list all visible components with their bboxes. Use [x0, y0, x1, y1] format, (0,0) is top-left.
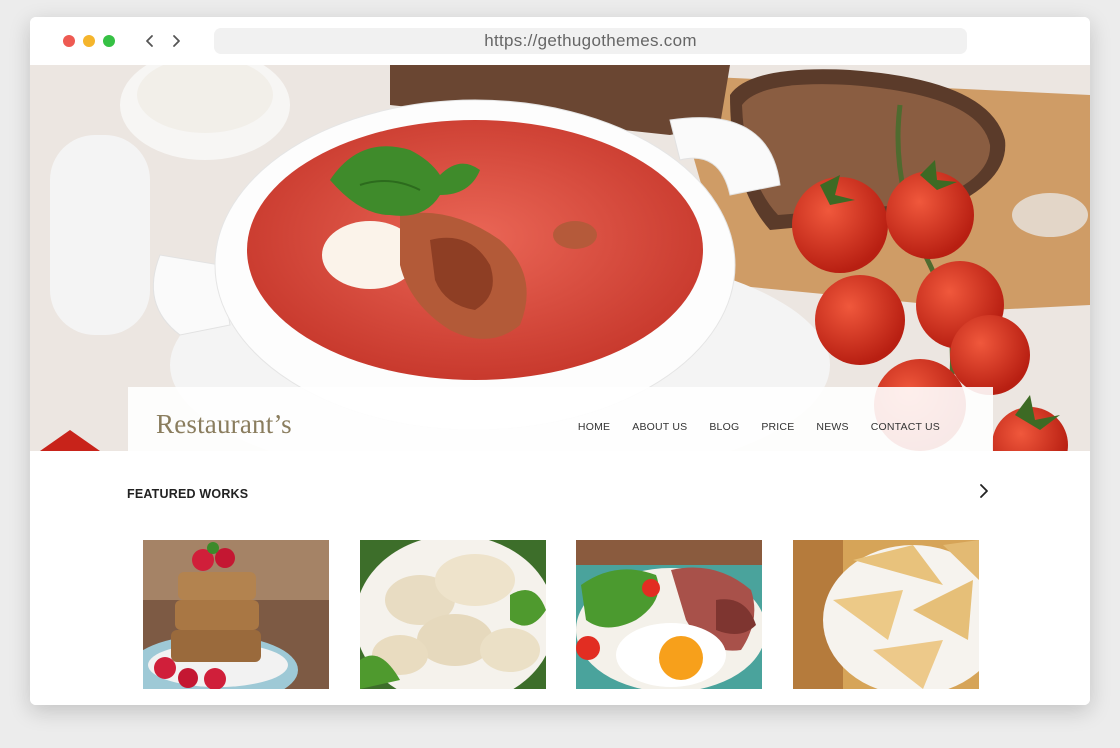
site-navbar: Restaurant’s HOME ABOUT US BLOG PRICE NE… — [128, 387, 993, 451]
browser-window: https://gethugothemes.com Restaurant’s H… — [30, 17, 1090, 705]
menu-item-contact-us[interactable]: CONTACT US — [871, 421, 940, 433]
featured-section: FEATURED WORKS — [30, 451, 1090, 705]
menu-item-news[interactable]: NEWS — [816, 421, 848, 433]
address-bar[interactable]: https://gethugothemes.com — [214, 28, 967, 54]
close-window-button[interactable] — [63, 35, 75, 47]
url-text: https://gethugothemes.com — [484, 31, 697, 50]
menu-item-about-us[interactable]: ABOUT US — [632, 421, 687, 433]
minimize-window-button[interactable] — [83, 35, 95, 47]
featured-card-cake[interactable] — [143, 540, 329, 689]
menu-item-home[interactable]: HOME — [578, 421, 610, 433]
featured-card-dumplings[interactable] — [360, 540, 546, 689]
featured-card-crepes[interactable] — [793, 540, 979, 689]
dumplings-image — [360, 540, 546, 689]
cake-image — [143, 540, 329, 689]
browser-titlebar: https://gethugothemes.com — [30, 17, 1090, 65]
site-brand-logo[interactable]: Restaurant’s — [156, 409, 292, 440]
back-arrow-icon[interactable] — [142, 32, 158, 50]
chevron-right-icon[interactable] — [977, 481, 991, 501]
featured-works-heading: FEATURED WORKS — [127, 487, 249, 501]
menu-item-price[interactable]: PRICE — [761, 421, 794, 433]
maximize-window-button[interactable] — [103, 35, 115, 47]
featured-card-steak-egg[interactable] — [576, 540, 762, 689]
steak-egg-image — [576, 540, 762, 689]
hero-image: Restaurant’s HOME ABOUT US BLOG PRICE NE… — [30, 65, 1090, 451]
menu-item-blog[interactable]: BLOG — [709, 421, 739, 433]
main-menu: HOME ABOUT US BLOG PRICE NEWS CONTACT US — [556, 421, 940, 433]
forward-arrow-icon[interactable] — [168, 32, 184, 50]
crepes-image — [793, 540, 979, 689]
